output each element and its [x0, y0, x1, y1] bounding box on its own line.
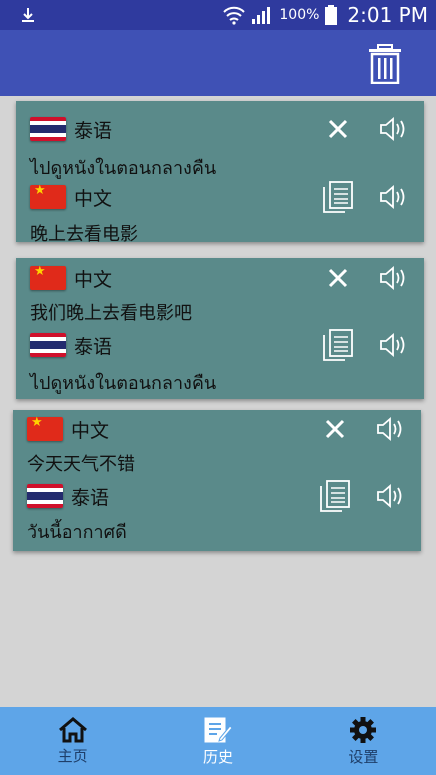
history-card: 泰语 ไปดูหนังในตอนกลางคืน 中文 [16, 101, 424, 245]
speak-target-button[interactable] [375, 480, 407, 512]
speak-target-button[interactable] [378, 329, 410, 361]
wifi-icon [223, 6, 246, 25]
source-lang-row: 中文 [30, 262, 410, 294]
nav-history-label: 历史 [202, 747, 233, 766]
target-lang-label: 中文 [74, 187, 113, 210]
source-lang-label: 中文 [71, 419, 110, 442]
target-lang-label: 泰语 [71, 486, 110, 509]
speak-source-button[interactable] [375, 413, 407, 445]
nav-history[interactable]: 历史 [145, 707, 290, 775]
battery-percent: 100% [279, 7, 320, 23]
china-flag-icon [30, 264, 66, 290]
thailand-flag-icon [30, 117, 66, 141]
speak-source-button[interactable] [378, 262, 410, 294]
app-bar [0, 30, 436, 96]
close-icon [328, 119, 348, 139]
copy-icon [323, 329, 353, 361]
status-right: 100% 2:01 PM [223, 3, 428, 27]
status-bar: 100% 2:01 PM [0, 0, 436, 30]
gear-icon [350, 716, 377, 743]
speaker-icon [380, 266, 405, 290]
target-lang-label: 泰语 [74, 335, 113, 358]
speak-target-button[interactable] [378, 181, 410, 213]
source-lang-label: 中文 [74, 268, 113, 291]
speaker-icon [380, 117, 405, 141]
delete-button[interactable] [322, 262, 354, 294]
copy-button[interactable] [322, 329, 354, 361]
source-text[interactable]: 我们晚上去看电影吧 [30, 299, 192, 325]
thailand-flag-icon [27, 484, 63, 508]
close-icon [325, 419, 345, 439]
target-text[interactable]: วันนี้อากาศดี [27, 517, 127, 546]
signal-icon [252, 7, 271, 24]
close-icon [328, 268, 348, 288]
china-flag-icon [27, 415, 63, 441]
bottom-nav: 主页 历史 设置 [0, 707, 436, 775]
source-lang-row: 中文 [27, 413, 407, 445]
trash-icon [369, 44, 401, 85]
speaker-icon [377, 417, 402, 441]
source-text[interactable]: ไปดูหนังในตอนกลางคืน [30, 153, 216, 182]
speak-source-button[interactable] [378, 113, 410, 145]
target-lang-row: 泰语 [27, 480, 407, 512]
target-lang-row: 中文 [30, 181, 410, 213]
target-text[interactable]: ไปดูหนังในตอนกลางคืน [30, 368, 216, 397]
source-text[interactable]: 今天天气不错 [27, 450, 135, 476]
nav-settings[interactable]: 设置 [291, 707, 436, 775]
history-icon [204, 717, 233, 742]
source-lang-row: 泰语 [30, 113, 410, 145]
speaker-icon [377, 484, 402, 508]
nav-settings-label: 设置 [348, 747, 379, 766]
history-card: 中文 我们晚上去看电影吧 泰语 ไปดู [16, 258, 424, 399]
source-lang-label: 泰语 [74, 119, 113, 142]
download-icon [22, 8, 34, 22]
home-icon [58, 716, 87, 742]
delete-button[interactable] [322, 113, 354, 145]
copy-button[interactable] [322, 181, 354, 213]
delete-button[interactable] [319, 413, 351, 445]
battery-icon [325, 5, 338, 25]
copy-icon [320, 480, 350, 512]
clear-history-button[interactable] [368, 44, 402, 85]
history-card: 中文 今天天气不错 泰语 วันนี้อ [13, 410, 421, 551]
copy-icon [323, 181, 353, 213]
thailand-flag-icon [30, 333, 66, 357]
target-text[interactable]: 晚上去看电影 [30, 220, 138, 246]
target-lang-row: 泰语 [30, 329, 410, 361]
copy-button[interactable] [319, 480, 351, 512]
speaker-icon [380, 185, 405, 209]
speaker-icon [380, 333, 405, 357]
clock: 2:01 PM [347, 3, 428, 27]
nav-home-label: 主页 [57, 746, 88, 765]
nav-home[interactable]: 主页 [0, 707, 145, 775]
china-flag-icon [30, 183, 66, 209]
